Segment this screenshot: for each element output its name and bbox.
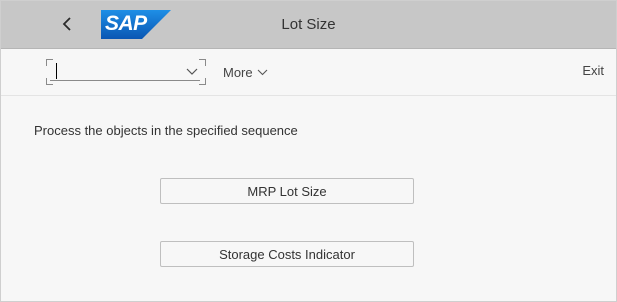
logo-text: SAP <box>105 12 147 35</box>
toolbar: More Exit <box>1 49 616 96</box>
command-dropdown-button[interactable] <box>184 65 200 79</box>
page-title: Lot Size <box>281 16 336 33</box>
shell-bar: Lot Size SAP <box>1 1 616 49</box>
chevron-down-icon <box>186 68 198 75</box>
more-menu-button[interactable]: More <box>223 63 268 81</box>
command-field[interactable] <box>46 59 206 85</box>
storage-costs-indicator-button[interactable]: Storage Costs Indicator <box>160 241 414 267</box>
sap-logo: SAP <box>101 10 171 39</box>
main-content: Process the objects in the specified seq… <box>1 96 616 301</box>
mrp-lot-size-button[interactable]: MRP Lot Size <box>160 178 414 204</box>
chevron-down-icon <box>257 69 268 75</box>
window: Lot Size SAP More Exit Process the objec… <box>0 0 617 302</box>
instruction-text: Process the objects in the specified seq… <box>34 123 298 138</box>
command-input[interactable] <box>50 61 200 81</box>
text-cursor <box>56 63 57 79</box>
exit-button[interactable]: Exit <box>582 63 604 78</box>
more-label: More <box>223 64 253 80</box>
